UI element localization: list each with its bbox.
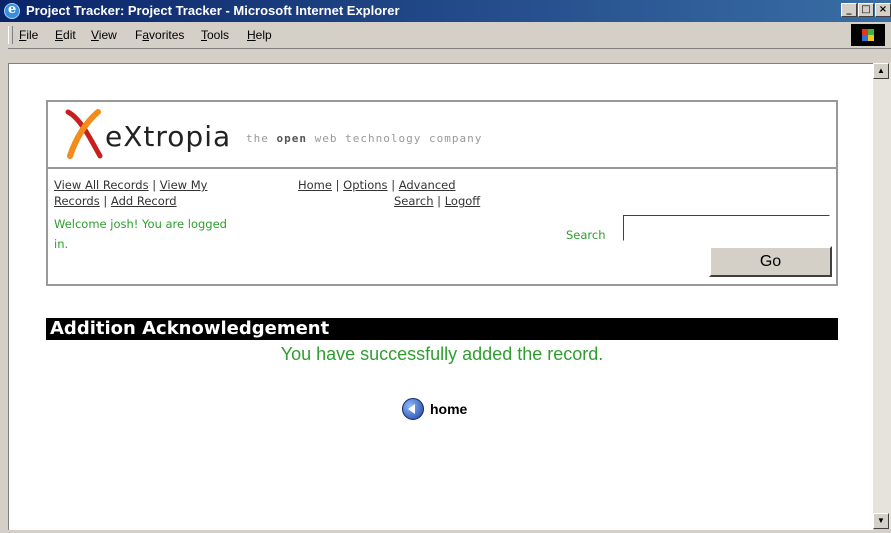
back-arrow-icon[interactable] bbox=[402, 398, 424, 420]
view-my-records-link[interactable]: View My bbox=[160, 178, 208, 192]
menu-favorites[interactable]: Favorites bbox=[135, 28, 184, 42]
success-message: You have successfully added the record. bbox=[280, 344, 604, 364]
nav-separator: | bbox=[437, 194, 442, 208]
window-title-bar[interactable]: Project Tracker: Project Tracker - Micro… bbox=[0, 0, 891, 22]
search-label: Search bbox=[566, 228, 606, 242]
advanced-search-link[interactable]: Advanced bbox=[399, 178, 456, 192]
windows-flag-icon bbox=[862, 29, 874, 41]
home-nav-link[interactable]: Home bbox=[298, 178, 332, 192]
site-header: eXtropia the open web technology company… bbox=[46, 100, 838, 286]
home-link-label[interactable]: home bbox=[430, 401, 467, 417]
nav-left-line1: View All Records | View My bbox=[54, 178, 207, 192]
window-frame bbox=[0, 48, 8, 533]
welcome-message: Welcome josh! You are logged in. bbox=[54, 217, 227, 251]
view-my-records-link-cont[interactable]: Records bbox=[54, 194, 100, 208]
options-link[interactable]: Options bbox=[343, 178, 387, 192]
logo-wordmark: eXtropia bbox=[105, 120, 232, 153]
nav-left-line2: Records | Add Record bbox=[54, 194, 177, 208]
logoff-link[interactable]: Logoff bbox=[445, 194, 481, 208]
page-heading: Addition Acknowledgement bbox=[46, 318, 838, 340]
maximize-button[interactable]: □ bbox=[858, 3, 874, 17]
nav-center-line2: Search | Logoff bbox=[394, 194, 480, 208]
menu-edit[interactable]: Edit bbox=[55, 28, 76, 42]
minimize-button[interactable]: _ bbox=[841, 3, 857, 17]
window-title: Project Tracker: Project Tracker - Micro… bbox=[26, 3, 400, 18]
extropia-logo-icon bbox=[65, 109, 103, 159]
menu-file[interactable]: File bbox=[19, 28, 38, 42]
tagline: the open web technology company bbox=[246, 132, 483, 145]
toolbar-grip[interactable] bbox=[8, 26, 13, 44]
windows-logo-throbber bbox=[851, 24, 885, 46]
menu-help[interactable]: Help bbox=[247, 28, 272, 42]
vertical-scrollbar[interactable]: ▲ ▼ bbox=[873, 63, 891, 529]
advanced-search-link-cont[interactable]: Search bbox=[394, 194, 434, 208]
nav-separator: | bbox=[103, 194, 108, 208]
menu-view[interactable]: View bbox=[91, 28, 117, 42]
menu-bar: File Edit View Favorites Tools Help bbox=[0, 22, 891, 49]
view-all-records-link[interactable]: View All Records bbox=[54, 178, 149, 192]
add-record-link[interactable]: Add Record bbox=[111, 194, 177, 208]
logo-banner: eXtropia the open web technology company bbox=[48, 102, 836, 169]
window-controls: _ □ × bbox=[841, 3, 891, 17]
scroll-down-button[interactable]: ▼ bbox=[873, 513, 889, 529]
nav-separator: | bbox=[391, 178, 396, 192]
go-button[interactable]: Go bbox=[709, 246, 832, 277]
close-button[interactable]: × bbox=[875, 3, 891, 17]
home-link[interactable]: home bbox=[402, 398, 467, 420]
nav-center-line1: Home | Options | Advanced bbox=[298, 178, 456, 192]
nav-separator: | bbox=[335, 178, 340, 192]
internet-explorer-icon[interactable] bbox=[4, 2, 20, 19]
search-input[interactable] bbox=[623, 215, 830, 241]
menu-tools[interactable]: Tools bbox=[201, 28, 229, 42]
scroll-up-button[interactable]: ▲ bbox=[873, 63, 889, 79]
nav-separator: | bbox=[152, 178, 157, 192]
